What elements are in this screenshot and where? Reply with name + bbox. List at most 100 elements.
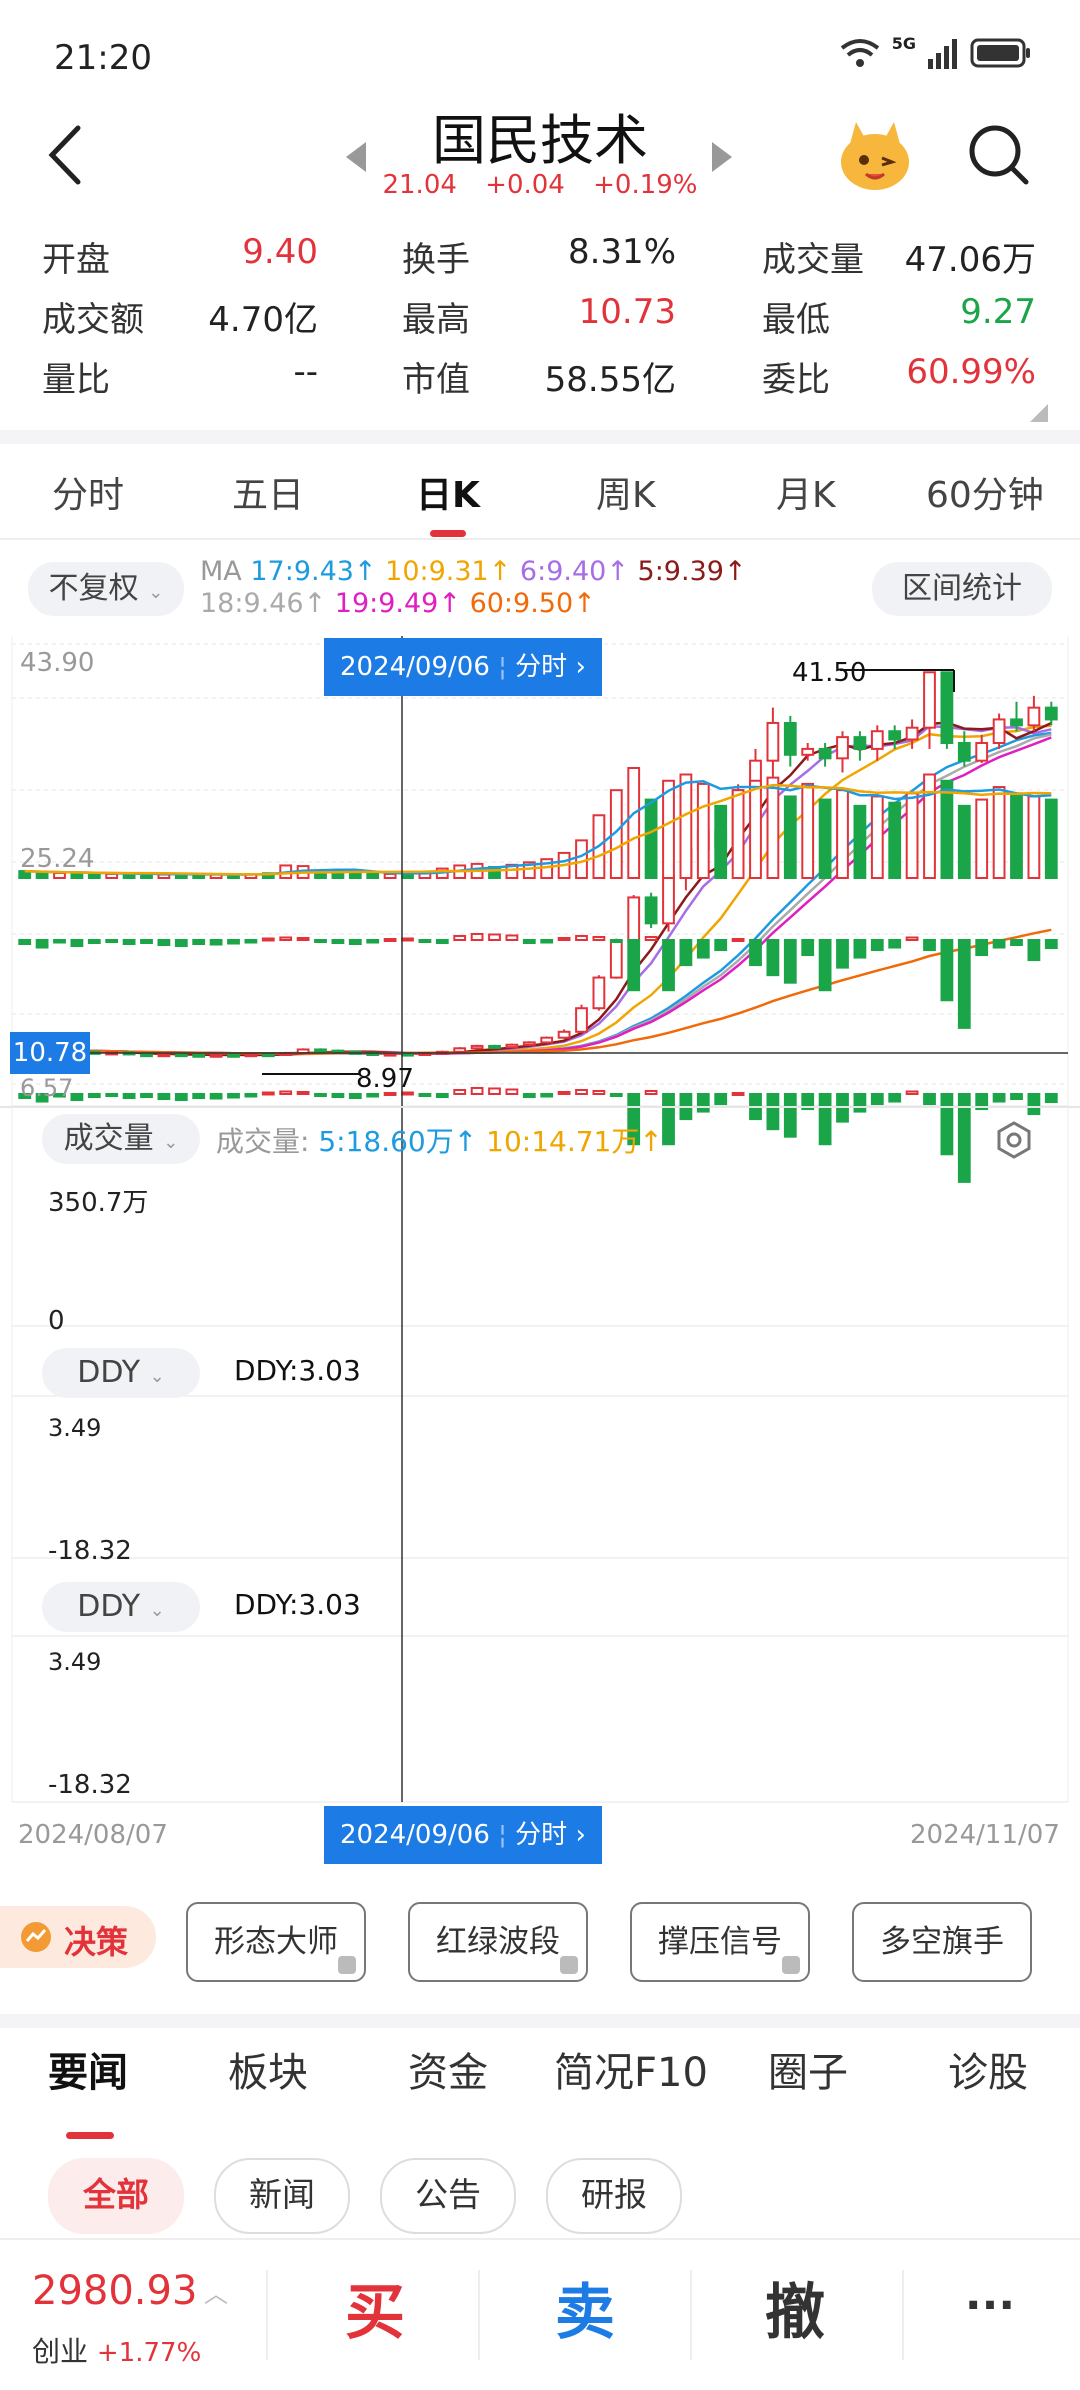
mascot-icon[interactable] (836, 118, 914, 196)
chevron-down-icon: ⌄ (163, 1132, 179, 1153)
tab-wuri[interactable]: 五日 (232, 466, 304, 518)
ddy-bar (435, 1093, 449, 1099)
ddy-bar (435, 939, 449, 945)
cursor-date-tag-bottom[interactable]: 2024/09/06 ¦ 分时 › (324, 1806, 602, 1864)
settings-icon[interactable] (994, 1120, 1034, 1160)
signal-icon (928, 39, 957, 69)
ma-line (24, 733, 1052, 1055)
candle-body (488, 1044, 501, 1049)
volume-selector[interactable]: 成交量 ⌄ (42, 1114, 200, 1164)
volume-bar (662, 779, 675, 879)
chevron-right-icon: › (575, 1820, 586, 1850)
ddy-bar (122, 1093, 136, 1100)
news-tab-sectors[interactable]: 板块 (228, 2040, 308, 2098)
low-value: 9.27 (960, 292, 1036, 332)
next-stock-icon[interactable] (712, 142, 732, 172)
sell-button[interactable]: 卖 (500, 2264, 670, 2351)
commission-label: 委比 (762, 360, 830, 400)
interval-stats-button[interactable]: 区间统计 (872, 562, 1052, 616)
candle-body (505, 1043, 519, 1049)
ddy-bar (505, 934, 519, 941)
volume-bar (940, 779, 954, 879)
candle-body (818, 747, 832, 760)
ddy-bar (749, 939, 762, 967)
decision-label: 决策 (64, 1923, 129, 1961)
kline-chart[interactable] (0, 636, 1080, 1866)
ddy-selector-1[interactable]: DDY ⌄ (42, 1348, 200, 1398)
candle-body (627, 896, 641, 943)
price-tag: 10.78 (10, 1032, 90, 1074)
candle-body (540, 1036, 554, 1044)
ddy-bar (783, 939, 797, 984)
ddy-value-1: DDY:3.03 (234, 1354, 361, 1387)
quote-summary: 开盘 9.40 换手 8.31% 成交量 47.06万 成交额 4.70亿 最高… (0, 228, 1080, 418)
search-icon[interactable] (964, 120, 1034, 190)
turnover-value: 8.31% (567, 232, 676, 272)
news-tab-headlines[interactable]: 要闻 (48, 2040, 128, 2098)
more-button[interactable]: ··· (920, 2280, 1060, 2331)
news-tab-funds[interactable]: 资金 (408, 2040, 488, 2098)
ddy-selector-2[interactable]: DDY ⌄ (42, 1582, 200, 1632)
volume-bar (992, 786, 1006, 879)
ddy-bar (662, 1093, 675, 1146)
ma-line (24, 731, 1052, 1055)
tab-60min[interactable]: 60分钟 (926, 466, 1044, 518)
tool-label: 撑压信号 (658, 1924, 782, 1960)
adjust-selector[interactable]: 不复权 ⌄ (28, 562, 184, 616)
tool-support-pressure[interactable]: 撑压信号 (630, 1902, 810, 1982)
active-tab-indicator (430, 530, 466, 537)
price-change-pct: +0.19% (593, 170, 698, 200)
candle-body (836, 736, 849, 760)
ma-legend-item: 5:9.39↑ (637, 556, 747, 587)
tabs-divider (0, 538, 1080, 540)
news-tab-circle[interactable]: 圈子 (768, 2040, 848, 2098)
buy-button[interactable]: 买 (290, 2264, 460, 2351)
ddy-bar (940, 939, 954, 1002)
tool-pattern-master[interactable]: 形态大师 (186, 1902, 366, 1982)
volume-bar (801, 782, 815, 879)
ddy-bar (296, 1090, 310, 1096)
ddy-bar (783, 1093, 797, 1138)
ddy-bar (470, 1086, 484, 1095)
ddy-bar (279, 936, 293, 941)
lock-icon (560, 1956, 578, 1974)
ddy-bar (401, 937, 414, 942)
news-tab-diagnosis[interactable]: 诊股 (948, 2040, 1028, 2098)
ddy-bar (731, 1091, 745, 1096)
cursor-date-tag[interactable]: 2024/09/06 ¦ 分时 › (324, 638, 602, 696)
index-value[interactable]: 2980.93 (32, 2268, 197, 2314)
candle-body (401, 1052, 414, 1057)
divider (266, 2270, 268, 2360)
tab-fenshi[interactable]: 分时 (52, 466, 124, 518)
chip-news[interactable]: 新闻 (214, 2158, 350, 2234)
decision-button[interactable]: 决策 (0, 1906, 156, 1968)
ddy-bar (261, 1091, 275, 1096)
tool-red-green-wave[interactable]: 红绿波段 (408, 1902, 588, 1982)
chip-research[interactable]: 研报 (546, 2158, 682, 2234)
tool-long-short-flag[interactable]: 多空旗手 (852, 1902, 1032, 1982)
ddy-bar (557, 1090, 571, 1096)
ddy-bar (766, 939, 780, 977)
chevron-up-icon[interactable]: ︿ (204, 2274, 228, 2309)
ddy-y-top-1: 3.49 (48, 1414, 102, 1442)
chip-announcement[interactable]: 公告 (380, 2158, 516, 2234)
ddy-bar (575, 934, 588, 942)
news-tab-f10[interactable]: 简况F10 (554, 2040, 708, 2098)
turnover-label: 换手 (402, 240, 470, 280)
ddy-bar (192, 939, 206, 946)
divider (902, 2270, 904, 2360)
stock-name: 国民技术 (432, 109, 648, 172)
chip-all[interactable]: 全部 (48, 2158, 184, 2234)
candle-body (192, 1053, 206, 1058)
tab-month-k[interactable]: 月K (776, 466, 836, 518)
ddy-bar (366, 939, 380, 944)
index-name-label: 创业 (32, 2335, 89, 2368)
expand-corner-icon[interactable] (1030, 404, 1048, 422)
volume-bar (696, 782, 710, 879)
volume-bar (348, 872, 362, 879)
cancel-button[interactable]: 撤 (710, 2264, 880, 2351)
volume-bar (888, 801, 902, 879)
tab-week-k[interactable]: 周K (596, 466, 656, 518)
candle-body (609, 940, 623, 979)
tab-day-k[interactable]: 日K (416, 466, 480, 518)
